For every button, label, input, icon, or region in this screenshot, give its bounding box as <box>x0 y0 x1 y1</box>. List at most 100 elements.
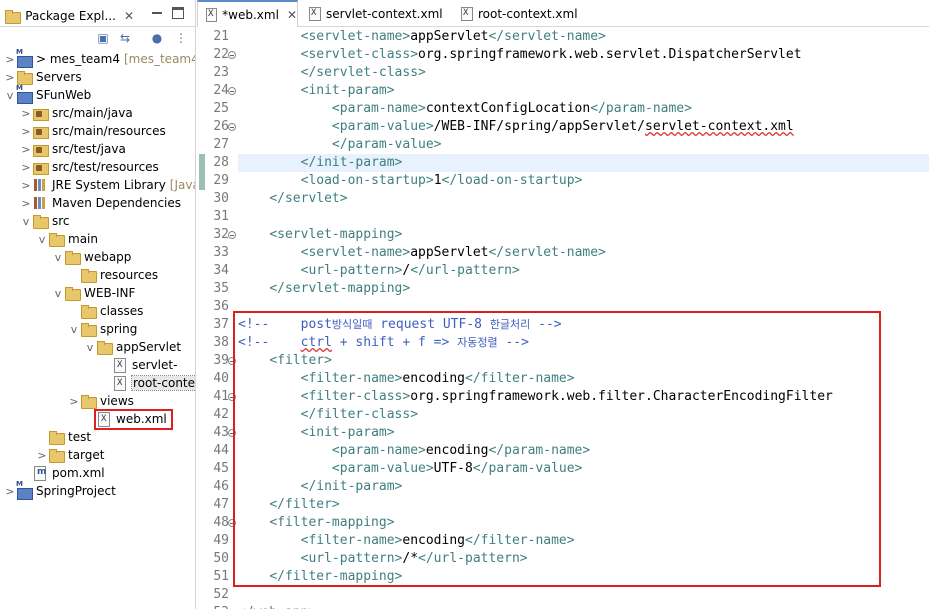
code-line[interactable]: </param-value> <box>238 136 929 154</box>
collapsed-chevron-icon[interactable]: > <box>4 71 16 84</box>
minimize-icon[interactable] <box>151 7 163 19</box>
tab-package-explorer[interactable]: Package Expl... ✕ <box>4 4 134 27</box>
code-line[interactable] <box>238 208 929 226</box>
tree-item[interactable]: test <box>36 428 91 446</box>
fold-toggle-icon[interactable] <box>228 87 236 95</box>
tree-item[interactable]: > > mes_team4[mes_team4 $ <box>4 48 195 68</box>
tree-item[interactable]: v WEB-INF <box>52 284 135 302</box>
tree-item[interactable]: > src/test/resources <box>20 158 159 176</box>
tree-item[interactable]: > src/main/java <box>20 104 133 122</box>
tree-item[interactable]: root-conte <box>100 374 195 392</box>
collapsed-chevron-icon[interactable]: > <box>20 179 32 192</box>
expanded-chevron-icon[interactable]: v <box>68 323 80 336</box>
code-line[interactable]: <servlet-name>appServlet</servlet-name> <box>238 244 929 262</box>
line-number: 32 <box>213 227 229 242</box>
tree-item[interactable]: > SpringProject <box>4 480 116 500</box>
view-menu-icon[interactable]: ⋮ <box>174 31 188 45</box>
code-line[interactable]: <param-name>contextConfigLocation</param… <box>238 100 929 118</box>
tree-item-label: src/test/java <box>52 142 126 156</box>
tree-item[interactable]: servlet- <box>100 356 177 374</box>
close-icon[interactable]: ✕ <box>124 9 134 23</box>
tree-item[interactable]: > target <box>36 446 105 464</box>
line-number: 49 <box>213 533 229 548</box>
folder-icon <box>80 303 97 319</box>
line-number: 21 <box>213 29 229 44</box>
expanded-chevron-icon[interactable]: v <box>52 287 64 300</box>
line-number: 33 <box>213 245 229 260</box>
collapsed-chevron-icon[interactable]: > <box>20 197 32 210</box>
tree-item-label: SFunWeb <box>36 88 92 102</box>
expanded-chevron-icon[interactable]: v <box>36 233 48 246</box>
tree-item[interactable]: v spring <box>68 320 137 338</box>
code-line[interactable]: </servlet-class> <box>238 64 929 82</box>
collapse-all-icon[interactable]: ▣ <box>96 31 110 45</box>
expanded-chevron-icon[interactable]: v <box>52 251 64 264</box>
tree-item[interactable]: > src/test/java <box>20 140 126 158</box>
tree-item-label: > mes_team4 <box>36 52 120 66</box>
folder-icon <box>48 429 65 445</box>
code-line[interactable]: <init-param> <box>238 82 929 100</box>
tab-servlet-context-xml[interactable]: servlet-context.xml <box>301 0 451 27</box>
collapsed-chevron-icon[interactable]: > <box>68 395 80 408</box>
code-line[interactable]: </servlet-mapping> <box>238 280 929 298</box>
folder-icon <box>48 231 65 247</box>
tree-item[interactable]: v SFunWeb <box>4 84 92 104</box>
folder-icon <box>80 267 97 283</box>
link-with-editor-icon[interactable]: ⇆ <box>118 31 132 45</box>
tree-item[interactable]: v src <box>20 212 70 230</box>
tree-item-label: views <box>100 394 134 408</box>
tree-item[interactable]: resources <box>68 266 158 284</box>
line-number: 34 <box>213 263 229 278</box>
expanded-chevron-icon[interactable]: v <box>20 215 32 228</box>
fold-toggle-icon[interactable] <box>228 123 236 131</box>
code-line[interactable]: <load-on-startup>1</load-on-startup> <box>238 172 929 190</box>
collapsed-chevron-icon[interactable]: > <box>20 161 32 174</box>
collapsed-chevron-icon[interactable]: > <box>4 485 16 498</box>
line-number: 51 <box>213 569 229 584</box>
library-icon <box>32 177 48 193</box>
tab-web-xml[interactable]: *web.xml ✕ <box>197 0 298 27</box>
code-line[interactable]: <servlet-class>org.springframework.web.s… <box>238 46 929 64</box>
tab-root-context-xml[interactable]: root-context.xml <box>453 0 583 27</box>
collapsed-chevron-icon[interactable]: > <box>36 449 48 462</box>
tree-item[interactable]: v webapp <box>52 248 131 266</box>
tree-item-label: SpringProject <box>36 484 116 498</box>
tree-item-label: WEB-INF <box>84 286 136 300</box>
tree-item[interactable]: > views <box>68 392 134 410</box>
focus-icon[interactable]: ● <box>150 31 164 45</box>
code-line[interactable]: <servlet-name>appServlet</servlet-name> <box>238 28 929 46</box>
line-number: 22 <box>213 47 229 62</box>
code-line[interactable]: <param-value>/WEB-INF/spring/appServlet/… <box>238 118 929 136</box>
line-number: 41 <box>213 389 229 404</box>
expanded-chevron-icon[interactable]: v <box>4 89 16 102</box>
code-line[interactable]: <servlet-mapping> <box>238 226 929 244</box>
tree-item[interactable]: classes <box>68 302 143 320</box>
expanded-chevron-icon[interactable]: v <box>84 341 96 354</box>
tree-item-label: test <box>68 430 92 444</box>
code-line[interactable] <box>238 586 929 604</box>
collapsed-chevron-icon[interactable]: > <box>4 53 16 66</box>
fold-toggle-icon[interactable] <box>228 51 236 59</box>
code-line[interactable]: </init-param> <box>238 154 929 172</box>
line-number: 43 <box>213 425 229 440</box>
tree-item[interactable]: v main <box>36 230 98 248</box>
line-number: 40 <box>213 371 229 386</box>
library-icon <box>32 195 48 211</box>
tree-item[interactable]: > Maven Dependencies <box>20 194 181 212</box>
fold-toggle-icon[interactable] <box>228 231 236 239</box>
code-line[interactable]: <url-pattern>/</url-pattern> <box>238 262 929 280</box>
maximize-icon[interactable] <box>172 7 184 19</box>
tree-item[interactable]: pom.xml <box>20 464 105 482</box>
tree-item[interactable]: > src/main/resources <box>20 122 166 140</box>
close-icon[interactable]: ✕ <box>287 8 297 22</box>
collapsed-chevron-icon[interactable]: > <box>20 125 32 138</box>
code-line[interactable]: </servlet> <box>238 190 929 208</box>
tree-item[interactable]: > JRE System Library[JavaS <box>20 176 195 194</box>
source-folder-icon <box>32 141 49 157</box>
collapsed-chevron-icon[interactable]: > <box>20 107 32 120</box>
code-line[interactable]: </web-app> <box>238 604 929 609</box>
tree-item[interactable]: v appServlet <box>84 338 181 356</box>
tree-item-label: main <box>68 232 98 246</box>
change-indicator <box>199 154 205 190</box>
collapsed-chevron-icon[interactable]: > <box>20 143 32 156</box>
